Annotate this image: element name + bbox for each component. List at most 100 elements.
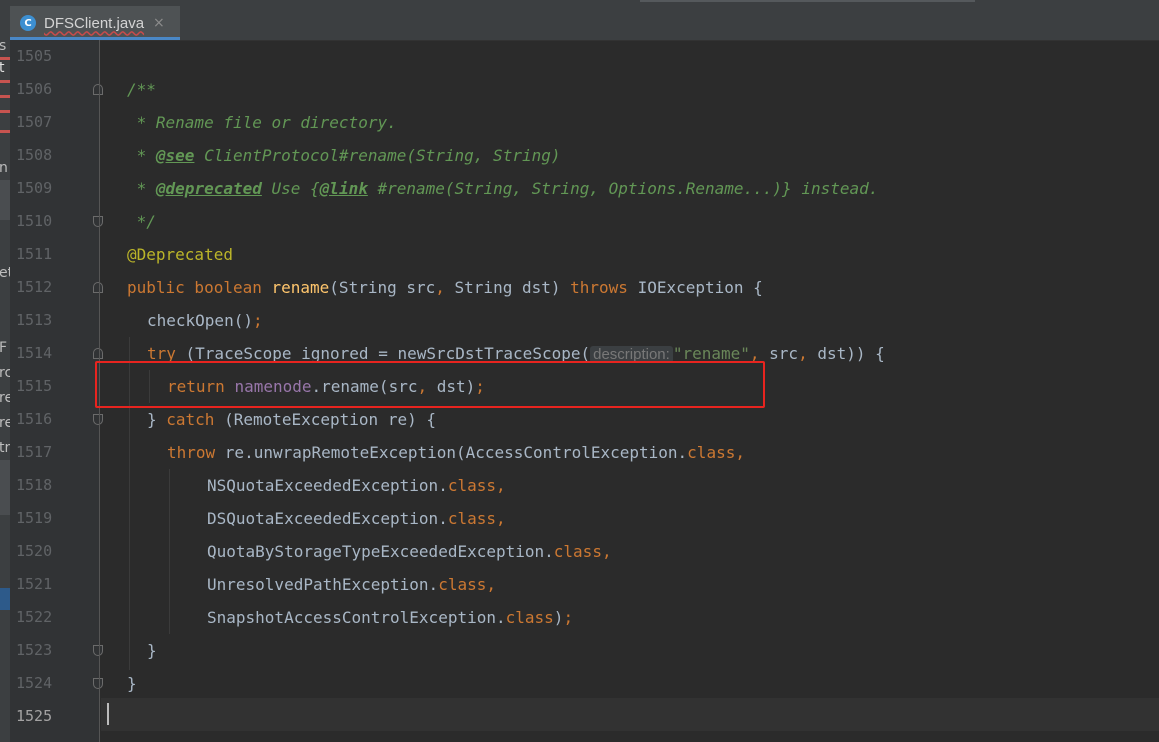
code-line-1522: SnapshotAccessControlException.class); xyxy=(207,601,573,634)
indent-guide xyxy=(169,469,170,634)
keyword: class, xyxy=(447,476,506,495)
tab-filename: DFSClient.java xyxy=(44,14,145,32)
line-number: 1514 xyxy=(16,344,53,362)
code-text: QuotaByStorageTypeExceededException. xyxy=(207,542,554,561)
line-number: 1507 xyxy=(16,113,53,131)
code-text: IOException { xyxy=(637,278,763,297)
code-line-1512: public boolean rename(String src, String… xyxy=(127,271,763,304)
doc-comment: #rename(String, String, Options.Rename..… xyxy=(367,179,879,198)
code-text: NSQuotaExceededException. xyxy=(207,476,448,495)
code-line-1508: * @see ClientProtocol#rename(String, Str… xyxy=(127,139,561,172)
line-number: 1519 xyxy=(16,509,53,527)
doc-comment: * Rename file or directory. xyxy=(127,113,397,132)
punctuation: , xyxy=(798,344,818,363)
code-text: (String src xyxy=(329,278,436,297)
code-line-1509: * @deprecated Use {@link #rename(String,… xyxy=(127,172,879,205)
tab-bar-divider xyxy=(640,0,975,2)
line-number: 1508 xyxy=(16,146,53,164)
doc-comment: */ xyxy=(127,212,156,231)
punctuation: , xyxy=(435,278,455,297)
line-number: 1511 xyxy=(16,245,53,263)
code-line-1521: UnresolvedPathException.class, xyxy=(207,568,496,601)
code-text: src xyxy=(769,344,799,363)
doc-comment: /** xyxy=(127,80,156,99)
current-line-highlight xyxy=(101,698,1159,731)
panel-fragment: re xyxy=(0,390,10,406)
editor-tab-bar: C DFSClient.java × xyxy=(0,0,1159,41)
code-line-1517: throw re.unwrapRemoteException(AccessCon… xyxy=(167,436,745,469)
code-text: } xyxy=(147,410,167,429)
selected-row-marker xyxy=(0,588,10,610)
code-line-1506: /** xyxy=(127,73,156,106)
doc-comment: * xyxy=(127,179,156,198)
keyword: class, xyxy=(553,542,612,561)
line-number: 1513 xyxy=(16,311,53,329)
project-panel-edge: s t n et F rc re re tr xyxy=(0,40,10,742)
error-marker xyxy=(0,95,10,98)
code-text: dst)) { xyxy=(817,344,885,363)
line-number: 1512 xyxy=(16,278,53,296)
line-number: 1518 xyxy=(16,476,53,494)
close-tab-icon[interactable]: × xyxy=(153,15,165,31)
keyword: class xyxy=(505,608,554,627)
punctuation: ; xyxy=(252,311,263,330)
line-number-gutter[interactable]: 1505 1506 1507 1508 1509 1510 1511 1512 … xyxy=(10,40,103,742)
panel-fragment: et xyxy=(0,265,10,281)
panel-fragment: re xyxy=(0,415,10,431)
keyword: public boolean xyxy=(127,278,272,297)
line-number-current: 1525 xyxy=(16,707,53,725)
highlight-annotation-box xyxy=(95,361,765,408)
text-caret xyxy=(107,703,109,725)
tab-dfsclient-java[interactable]: C DFSClient.java × xyxy=(10,6,180,40)
punctuation: ; xyxy=(563,608,574,627)
panel-fragment: s xyxy=(0,40,7,54)
code-text: re.unwrapRemoteException(AccessControlEx… xyxy=(224,443,688,462)
line-number: 1520 xyxy=(16,542,53,560)
code-line-1524: } xyxy=(127,667,137,700)
doc-comment: * xyxy=(127,146,156,165)
code-text: ) xyxy=(553,608,564,627)
error-marker xyxy=(0,130,10,133)
line-number: 1523 xyxy=(16,641,53,659)
code-line-1518: NSQuotaExceededException.class, xyxy=(207,469,506,502)
panel-fragment: rc xyxy=(0,365,10,381)
code-line-1507: * Rename file or directory. xyxy=(127,106,397,139)
error-marker xyxy=(0,80,10,83)
javadoc-tag: @deprecated xyxy=(155,179,262,198)
panel-fragment: n xyxy=(0,160,8,176)
doc-comment: ClientProtocol#rename(String, String) xyxy=(194,146,561,165)
panel-fragment: F xyxy=(0,340,8,356)
code-line-1510: */ xyxy=(127,205,156,238)
code-text: } xyxy=(127,674,137,693)
keyword: class, xyxy=(447,509,506,528)
line-number: 1510 xyxy=(16,212,53,230)
code-text: } xyxy=(147,641,157,660)
line-number: 1515 xyxy=(16,377,53,395)
keyword: throw xyxy=(167,443,225,462)
code-line-1511: @Deprecated xyxy=(127,238,233,271)
code-text: SnapshotAccessControlException. xyxy=(207,608,506,627)
line-number: 1516 xyxy=(16,410,53,428)
line-number: 1522 xyxy=(16,608,53,626)
line-number: 1517 xyxy=(16,443,53,461)
panel-block xyxy=(0,460,10,515)
line-number: 1524 xyxy=(16,674,53,692)
line-number: 1509 xyxy=(16,179,53,197)
panel-fragment: t xyxy=(0,60,5,76)
line-number: 1505 xyxy=(16,47,53,65)
class-c-icon: C xyxy=(20,15,36,31)
code-line-1513: checkOpen(); xyxy=(147,304,263,337)
code-text: DSQuotaExceededException. xyxy=(207,509,448,528)
annotation: @Deprecated xyxy=(127,245,233,264)
line-number: 1521 xyxy=(16,575,53,593)
code-line-1523: } xyxy=(147,634,157,667)
keyword: class, xyxy=(438,575,496,594)
doc-comment: Use { xyxy=(261,179,320,198)
code-line-1520: QuotaByStorageTypeExceededException.clas… xyxy=(207,535,612,568)
panel-block xyxy=(0,180,10,220)
method-name: rename xyxy=(271,278,330,297)
code-text: (RemoteException re) { xyxy=(224,410,436,429)
javadoc-tag: @see xyxy=(155,146,195,165)
keyword: catch xyxy=(166,410,225,429)
code-text: checkOpen() xyxy=(147,311,253,330)
